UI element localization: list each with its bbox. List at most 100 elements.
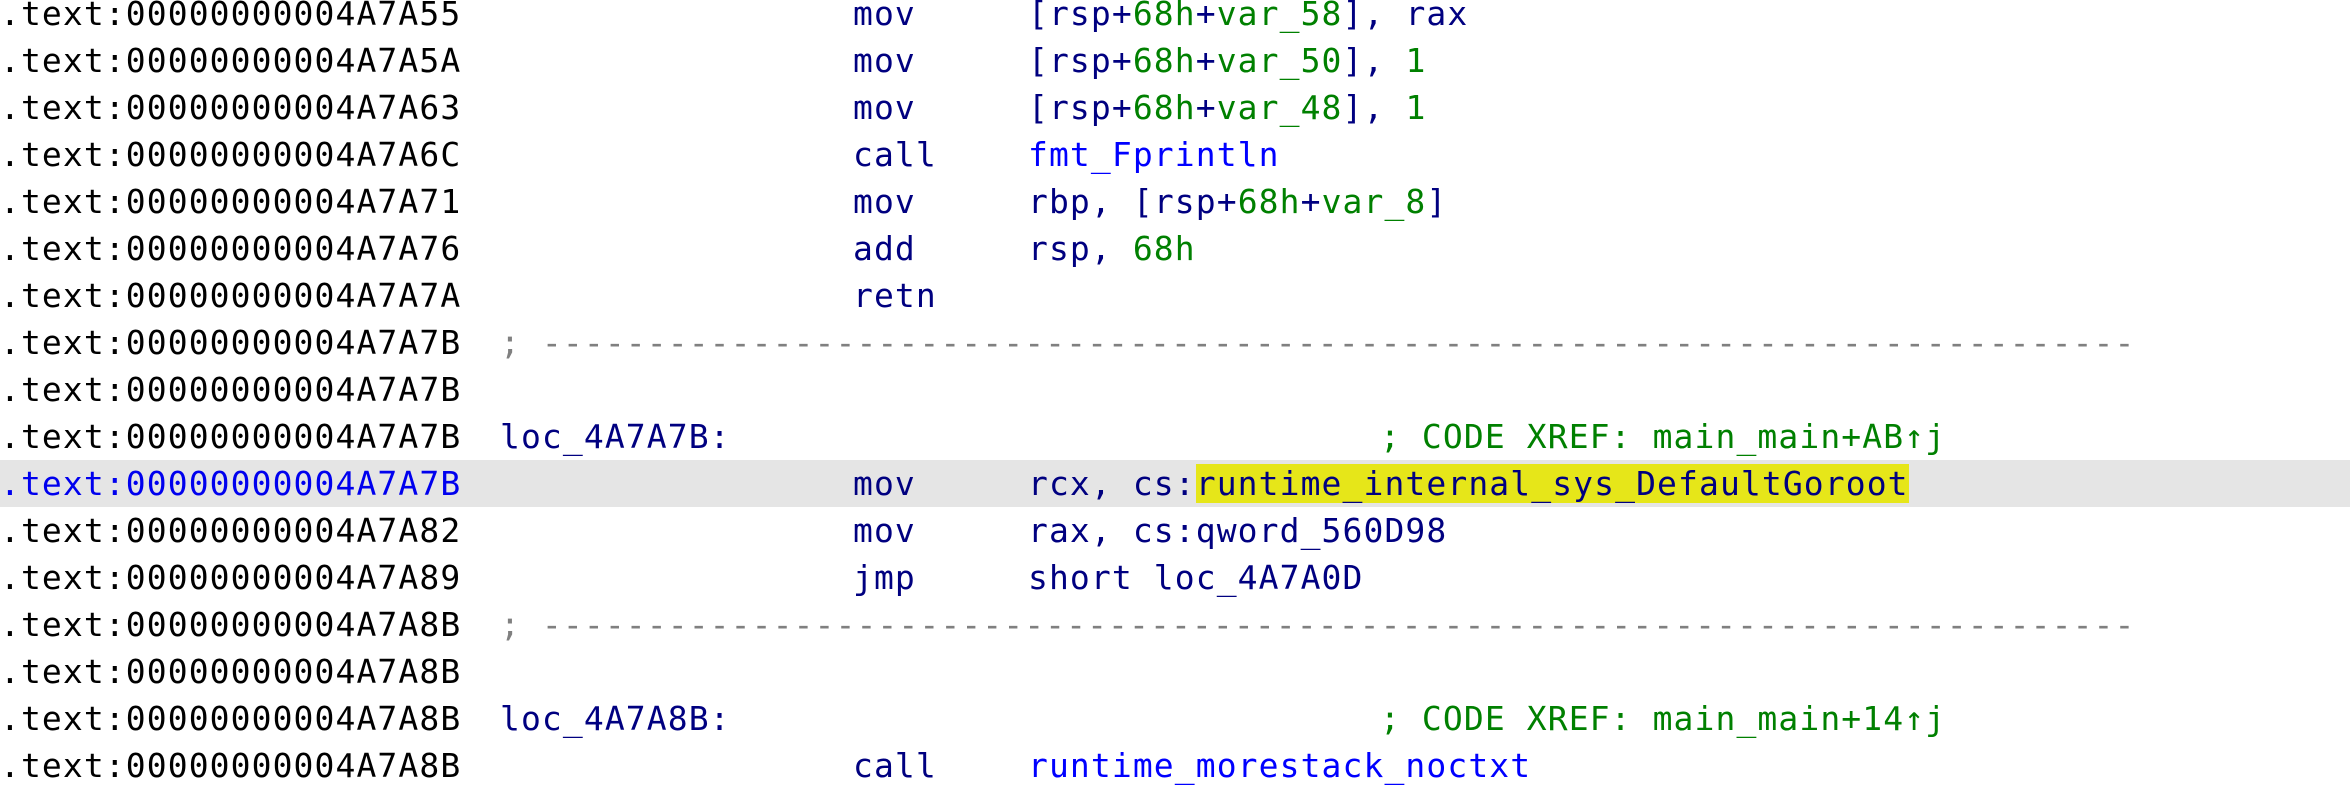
line-address: .text:00000000004A7A7A bbox=[0, 276, 462, 315]
operand-token: 68h bbox=[1132, 88, 1196, 127]
operand-token: rax bbox=[1405, 0, 1469, 33]
instruction-mnemonic: mov bbox=[853, 464, 916, 503]
line-address: .text:00000000004A7A63 bbox=[0, 88, 462, 127]
code-label[interactable]: loc_4A7A7B: bbox=[500, 413, 731, 460]
listing-line[interactable]: .text:00000000004A7A7B bbox=[0, 366, 2350, 413]
operand-token: ] bbox=[1426, 182, 1448, 221]
operand-token: 68h bbox=[1132, 41, 1196, 80]
listing-line[interactable]: .text:00000000004A7A82 mov rax, cs:qword_5… bbox=[0, 507, 2350, 554]
listing-line[interactable]: .text:00000000004A7A8B loc_4A7A8B: ; CODE … bbox=[0, 695, 2350, 742]
listing-line[interactable]: .text:00000000004A7A55 mov [rsp+68h+var_58… bbox=[0, 0, 2350, 37]
instruction-operands: fmt_Fprintln bbox=[1028, 131, 1280, 178]
highlighted-symbol[interactable]: runtime_internal_sys_DefaultGoroot bbox=[1195, 464, 1909, 503]
listing-line[interactable]: .text:00000000004A7A71 mov rbp, [rsp+68h+v… bbox=[0, 178, 2350, 225]
operand-token: rax bbox=[1028, 511, 1091, 550]
operand-token: [ bbox=[1028, 88, 1049, 127]
line-address: .text:00000000004A7A7B bbox=[0, 464, 462, 503]
operand-token: 1 bbox=[1405, 88, 1427, 127]
instruction-mnemonic: mov bbox=[853, 182, 916, 221]
line-address: .text:00000000004A7A5A bbox=[0, 41, 462, 80]
instruction-mnemonic: mov bbox=[853, 0, 916, 33]
instruction-operands: rcx, cs:runtime_internal_sys_DefaultGoro… bbox=[1028, 460, 1909, 507]
listing-line[interactable]: .text:00000000004A7A7B ; ----------------… bbox=[0, 319, 2350, 366]
operand-token: ], bbox=[1342, 88, 1406, 127]
line-address: .text:00000000004A7A7B bbox=[0, 417, 462, 456]
operand-token: [ bbox=[1028, 0, 1049, 33]
line-address: .text:00000000004A7A8B bbox=[0, 699, 462, 738]
operand-token: 68h bbox=[1237, 182, 1301, 221]
line-address: .text:00000000004A7A7B bbox=[0, 370, 462, 409]
operand-token: , cs: bbox=[1090, 464, 1196, 503]
instruction-mnemonic: mov bbox=[853, 511, 916, 550]
instruction-operands: [rsp+68h+var_48], 1 bbox=[1028, 84, 1426, 131]
operand-token: rsp bbox=[1048, 88, 1112, 127]
xref-comment[interactable]: ; CODE XREF: main_main+AB↑j bbox=[1380, 413, 1946, 460]
operand-token: rcx bbox=[1028, 464, 1091, 503]
symbol-reference[interactable]: fmt_Fprintln bbox=[1028, 135, 1280, 174]
separator-comment: ; --------------------------------------… bbox=[500, 323, 2136, 362]
listing-line-selected[interactable]: .text:00000000004A7A7B mov rcx, cs:runtime… bbox=[0, 460, 2350, 507]
listing-line[interactable]: .text:00000000004A7A6C call fmt_Fprintln bbox=[0, 131, 2350, 178]
listing-line[interactable]: .text:00000000004A7A63 mov [rsp+68h+var_48… bbox=[0, 84, 2350, 131]
operand-token: rsp bbox=[1048, 0, 1112, 33]
operand-token: , cs:qword_560D98 bbox=[1090, 511, 1448, 550]
operand-token: short loc_4A7A0D bbox=[1028, 558, 1364, 597]
operand-token: + bbox=[1216, 182, 1238, 221]
symbol-reference[interactable]: runtime_morestack_noctxt bbox=[1028, 746, 1531, 785]
operand-token: var_50 bbox=[1216, 41, 1343, 80]
instruction-mnemonic: call bbox=[853, 135, 937, 174]
instruction-mnemonic: jmp bbox=[853, 558, 916, 597]
xref-comment[interactable]: ; CODE XREF: main_main+14↑j bbox=[1380, 695, 1946, 742]
operand-token: var_58 bbox=[1216, 0, 1343, 33]
instruction-operands: short loc_4A7A0D bbox=[1028, 554, 1363, 601]
listing-line[interactable]: .text:00000000004A7A7B loc_4A7A7B: ; CODE … bbox=[0, 413, 2350, 460]
operand-token: + bbox=[1195, 0, 1217, 33]
operand-token: 1 bbox=[1405, 41, 1427, 80]
operand-token: 68h bbox=[1132, 0, 1196, 33]
operand-token: rsp bbox=[1048, 41, 1112, 80]
listing-line[interactable]: .text:00000000004A7A7A retn bbox=[0, 272, 2350, 319]
instruction-mnemonic: add bbox=[853, 229, 916, 268]
line-address: .text:00000000004A7A8B bbox=[0, 652, 462, 691]
listing-line[interactable]: .text:00000000004A7A89 jmp short loc_4A7A0… bbox=[0, 554, 2350, 601]
operand-token: + bbox=[1300, 182, 1322, 221]
instruction-operands: rsp, 68h bbox=[1028, 225, 1196, 272]
listing-line[interactable]: .text:00000000004A7A8B bbox=[0, 648, 2350, 695]
operand-token: + bbox=[1195, 41, 1217, 80]
line-address: .text:00000000004A7A6C bbox=[0, 135, 462, 174]
operand-token: rbp bbox=[1028, 182, 1091, 221]
instruction-mnemonic: call bbox=[853, 746, 937, 785]
operand-token: ], bbox=[1342, 41, 1406, 80]
separator-comment: ; --------------------------------------… bbox=[500, 605, 2136, 644]
operand-token: ], bbox=[1342, 0, 1406, 33]
instruction-mnemonic: retn bbox=[853, 276, 937, 315]
operand-token: var_8 bbox=[1321, 182, 1427, 221]
listing-line[interactable]: .text:00000000004A7A76 add rsp, 68h bbox=[0, 225, 2350, 272]
line-address: .text:00000000004A7A76 bbox=[0, 229, 462, 268]
operand-token: 68h bbox=[1132, 229, 1196, 268]
instruction-operands: rbp, [rsp+68h+var_8] bbox=[1028, 178, 1447, 225]
operand-token: + bbox=[1111, 41, 1133, 80]
instruction-operands: runtime_morestack_noctxt bbox=[1028, 742, 1531, 789]
line-address: .text:00000000004A7A89 bbox=[0, 558, 462, 597]
listing-line[interactable]: .text:00000000004A7A8B ; ----------------… bbox=[0, 601, 2350, 648]
operand-token: , [ bbox=[1090, 182, 1154, 221]
line-address: .text:00000000004A7A71 bbox=[0, 182, 462, 221]
line-address: .text:00000000004A7A7B bbox=[0, 323, 462, 362]
operand-token: , bbox=[1090, 229, 1133, 268]
disassembly-listing[interactable]: .text:00000000004A7A55 mov [rsp+68h+var_58… bbox=[0, 0, 2350, 789]
code-label[interactable]: loc_4A7A8B: bbox=[500, 695, 731, 742]
instruction-mnemonic: mov bbox=[853, 88, 916, 127]
operand-token: + bbox=[1111, 88, 1133, 127]
listing-line[interactable]: .text:00000000004A7A8B call runtime_morest… bbox=[0, 742, 2350, 789]
line-address: .text:00000000004A7A8B bbox=[0, 605, 462, 644]
instruction-mnemonic: mov bbox=[853, 41, 916, 80]
instruction-operands: [rsp+68h+var_50], 1 bbox=[1028, 37, 1426, 84]
line-address: .text:00000000004A7A55 bbox=[0, 0, 462, 33]
line-address: .text:00000000004A7A8B bbox=[0, 746, 462, 785]
operand-token: + bbox=[1111, 0, 1133, 33]
instruction-operands: [rsp+68h+var_58], rax bbox=[1028, 0, 1468, 37]
line-address: .text:00000000004A7A82 bbox=[0, 511, 462, 550]
operand-token: var_48 bbox=[1216, 88, 1343, 127]
listing-line[interactable]: .text:00000000004A7A5A mov [rsp+68h+var_50… bbox=[0, 37, 2350, 84]
